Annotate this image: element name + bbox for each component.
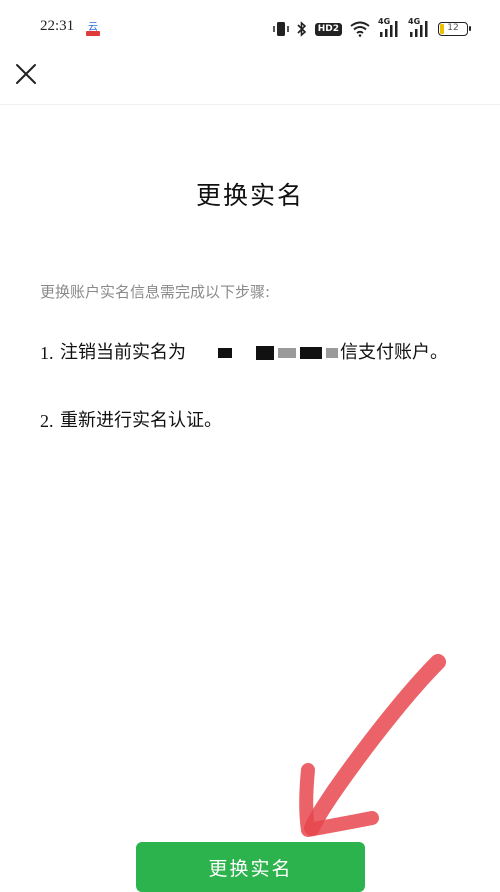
- status-bar: 22:31 云 HD2 4G 4G 12: [0, 0, 500, 56]
- intro-text: 更换账户实名信息需完成以下步骤:: [40, 283, 271, 301]
- bluetooth-icon: [297, 21, 306, 37]
- step-item-1: 1. 注销当前实名为 信支付账户。: [40, 338, 450, 368]
- battery-icon: 12: [438, 22, 471, 36]
- redacted-block: [218, 348, 232, 358]
- redacted-block: [278, 348, 296, 358]
- battery-level: 12: [447, 23, 459, 33]
- redacted-block: [236, 348, 252, 358]
- step-text-before: 注销当前实名为: [60, 342, 186, 363]
- step-item-2: 2. 重新进行实名认证。: [40, 406, 450, 436]
- step-list: 1. 注销当前实名为 信支付账户。 2. 重新进行实名认证。: [40, 338, 450, 474]
- wifi-icon: [350, 21, 370, 37]
- nav-bar: [0, 56, 500, 105]
- close-icon[interactable]: [12, 60, 40, 88]
- status-time: 22:31: [40, 18, 75, 34]
- app-notification-icon: 云: [86, 22, 100, 36]
- redacted-block: [188, 348, 214, 358]
- signal-bars-icon: [380, 21, 398, 37]
- signal-bars-icon: [410, 21, 428, 37]
- cellular-signal-1: 4G: [378, 17, 400, 38]
- redacted-block: [256, 346, 274, 360]
- hd-voice-badge: HD2: [314, 22, 342, 36]
- cellular-signal-2: 4G: [408, 17, 430, 38]
- page-title: 更换实名: [195, 181, 304, 210]
- change-real-name-button[interactable]: 更换实名: [136, 842, 365, 892]
- step-text: 注销当前实名为 信支付账户。: [60, 338, 450, 368]
- redacted-block: [326, 348, 338, 358]
- step-text-after: 信支付账户。: [340, 342, 448, 363]
- step-number: 2.: [40, 411, 54, 431]
- step-number: 1.: [40, 343, 54, 363]
- status-icons: HD2 4G 4G 12: [272, 17, 471, 40]
- svg-text:云: 云: [88, 22, 98, 33]
- step-text: 重新进行实名认证。: [60, 410, 222, 431]
- redacted-block: [300, 347, 322, 359]
- vibrate-icon: [272, 22, 289, 36]
